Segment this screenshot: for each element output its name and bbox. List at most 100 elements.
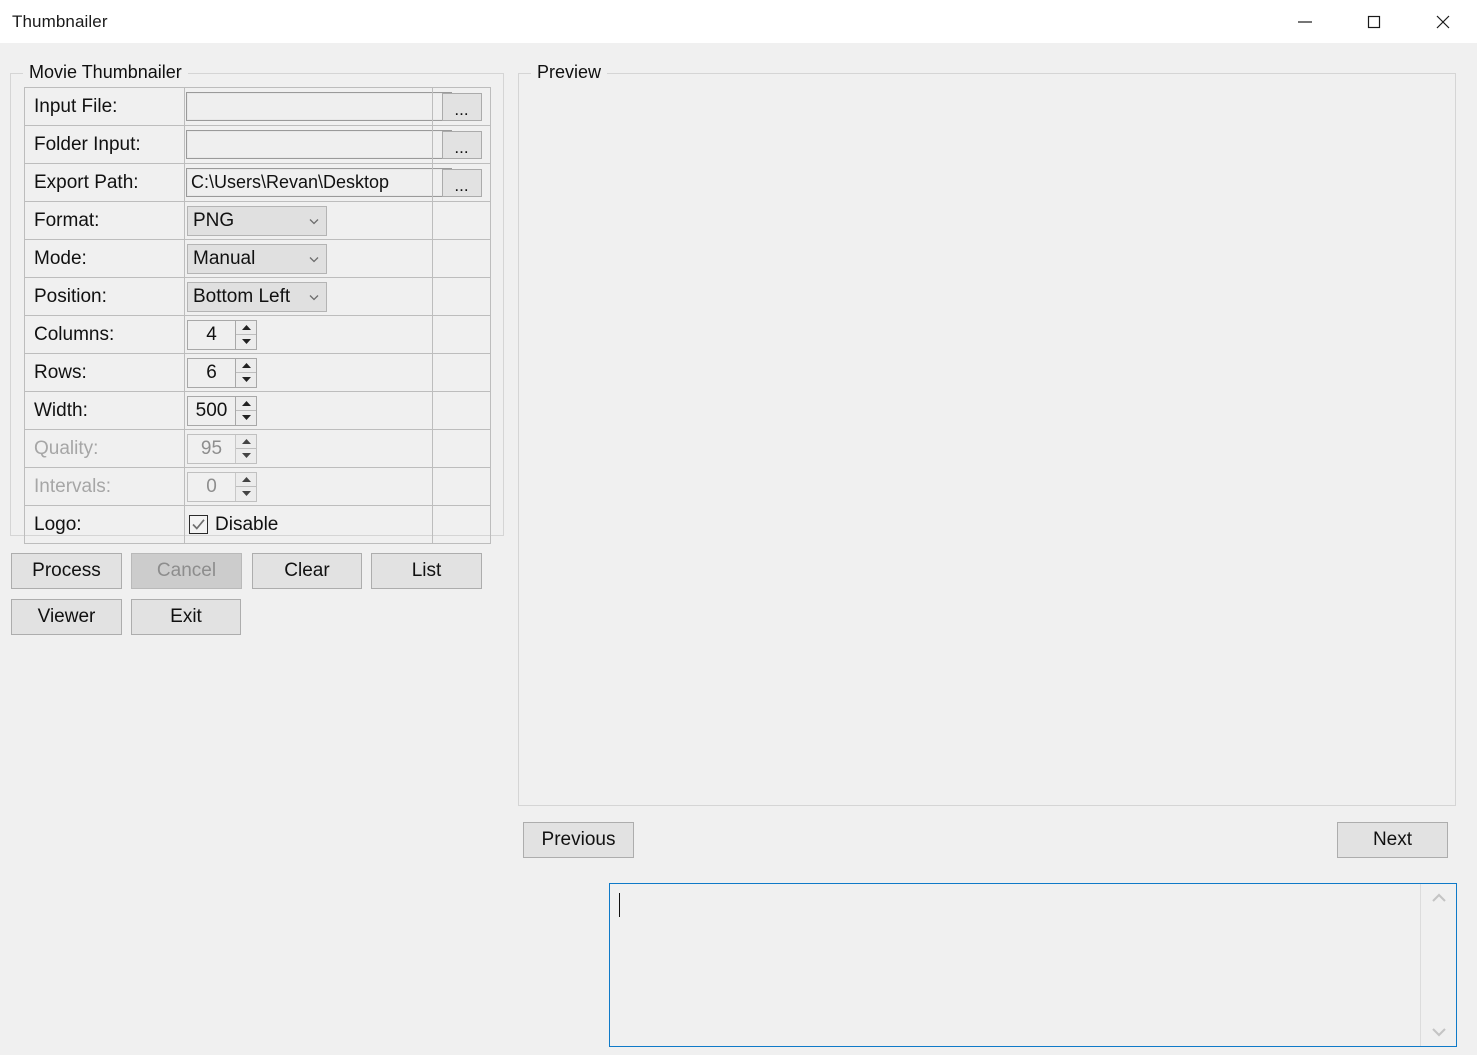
browse-folder-input-button[interactable]: ... — [441, 130, 482, 159]
position-select-value: Bottom Left — [193, 285, 291, 307]
browse-export-path-button[interactable]: ... — [441, 168, 482, 197]
format-select[interactable]: PNG — [187, 205, 327, 236]
logo-disable-checkbox[interactable]: Disable — [185, 514, 432, 536]
row-label-cell: Columns: — [24, 315, 185, 354]
row-extra-cell — [432, 277, 491, 316]
width-stepper[interactable]: 500 — [187, 395, 257, 426]
rows-stepper[interactable]: 6 — [187, 357, 257, 388]
columns-stepper-down[interactable] — [236, 334, 256, 349]
mode-select[interactable]: Manual — [187, 243, 327, 274]
row-field-cell: 500 — [184, 391, 433, 430]
exit-button[interactable]: Exit — [131, 599, 241, 635]
columns-stepper-up[interactable] — [236, 321, 256, 335]
table-row: Input File: ... — [24, 87, 491, 126]
table-row: Rows: 6 — [24, 353, 491, 392]
quality-stepper-value: 95 — [200, 437, 223, 459]
row-extra-cell — [432, 201, 491, 240]
row-label-cell: Export Path: — [24, 163, 185, 202]
width-stepper-up[interactable] — [236, 397, 256, 411]
triangle-up-icon — [241, 324, 251, 330]
position-select[interactable]: Bottom Left — [187, 281, 327, 312]
row-extra-cell — [432, 315, 491, 354]
movie-thumbnailer-group-legend: Movie Thumbnailer — [23, 62, 188, 83]
row-label-cell: Folder Input: — [24, 125, 185, 164]
rows-stepper-down[interactable] — [236, 372, 256, 387]
maximize-button[interactable] — [1339, 0, 1408, 43]
scroll-up-arrow-icon[interactable] — [1429, 891, 1449, 905]
quality-stepper: 95 — [187, 433, 257, 464]
minimize-button[interactable] — [1270, 0, 1339, 43]
table-row: Columns: 4 — [24, 315, 491, 354]
preview-group-legend: Preview — [531, 62, 608, 83]
export-path-field[interactable]: C:\Users\Revan\Desktop — [186, 168, 452, 197]
viewer-button[interactable]: Viewer — [11, 599, 122, 635]
log-scrollbar[interactable] — [1420, 884, 1456, 1046]
triangle-up-icon — [241, 362, 251, 368]
folder-input-field[interactable] — [186, 130, 452, 159]
row-field-cell — [184, 87, 452, 126]
chevron-down-icon — [309, 218, 319, 224]
text-caret — [619, 893, 620, 917]
row-label-cell: Mode: — [24, 239, 185, 278]
close-button[interactable] — [1408, 0, 1477, 43]
row-field-cell: 0 — [184, 467, 433, 506]
label-intervals: Intervals: — [34, 475, 112, 497]
table-row: Folder Input: ... — [24, 125, 491, 164]
process-button[interactable]: Process — [11, 553, 122, 589]
settings-table: Input File: ... Folder Input: ... Export… — [24, 87, 491, 544]
intervals-stepper-down — [236, 486, 256, 501]
table-row: Position: Bottom Left — [24, 277, 491, 316]
row-label-cell: Intervals: — [24, 467, 185, 506]
label-columns: Columns: — [34, 323, 115, 345]
chevron-down-icon — [309, 294, 319, 300]
log-textarea[interactable] — [610, 884, 1420, 1046]
columns-stepper[interactable]: 4 — [187, 319, 257, 350]
table-row: Quality: 95 — [24, 429, 491, 468]
intervals-stepper-value: 0 — [206, 475, 217, 497]
label-position: Position: — [34, 285, 107, 307]
window-controls — [1270, 0, 1477, 43]
rows-stepper-up[interactable] — [236, 359, 256, 373]
preview-group: Preview — [518, 62, 1456, 806]
table-row: Width: 500 — [24, 391, 491, 430]
logo-disable-label: Disable — [215, 513, 279, 535]
row-extra-cell — [432, 353, 491, 392]
quality-stepper-down — [236, 448, 256, 463]
input-file-field[interactable] — [186, 92, 452, 121]
clear-button[interactable]: Clear — [252, 553, 362, 589]
close-icon — [1436, 15, 1449, 28]
row-extra-cell: ... — [432, 163, 491, 202]
label-export-path: Export Path: — [34, 171, 139, 193]
browse-input-file-button[interactable]: ... — [441, 92, 482, 121]
intervals-stepper-buttons — [235, 472, 256, 501]
settings-table-body: Input File: ... Folder Input: ... Export… — [24, 87, 491, 544]
row-field-cell: 4 — [184, 315, 433, 354]
label-width: Width: — [34, 399, 88, 421]
columns-stepper-buttons — [235, 320, 256, 349]
next-button[interactable]: Next — [1337, 822, 1448, 858]
row-extra-cell — [432, 429, 491, 468]
window-titlebar: Thumbnailer — [0, 0, 1477, 43]
width-stepper-buttons — [235, 396, 256, 425]
triangle-up-icon — [241, 400, 251, 406]
row-extra-cell: ... — [432, 125, 491, 164]
width-stepper-down[interactable] — [236, 410, 256, 425]
row-extra-cell — [432, 505, 491, 544]
row-label-cell: Logo: — [24, 505, 185, 544]
row-field-cell: Manual — [184, 239, 433, 278]
quality-stepper-up — [236, 435, 256, 449]
triangle-down-icon — [241, 339, 251, 345]
scroll-down-arrow-icon[interactable] — [1429, 1025, 1449, 1039]
label-format: Format: — [34, 209, 100, 231]
columns-stepper-value: 4 — [206, 323, 217, 345]
table-row: Export Path: C:\Users\Revan\Desktop ... — [24, 163, 491, 202]
row-field-cell — [184, 125, 452, 164]
maximize-icon — [1367, 15, 1380, 28]
triangle-down-icon — [241, 415, 251, 421]
label-input-file: Input File: — [34, 95, 118, 117]
minimize-icon — [1297, 20, 1312, 23]
log-textarea-wrapper — [609, 883, 1457, 1047]
list-button[interactable]: List — [371, 553, 482, 589]
previous-button[interactable]: Previous — [523, 822, 634, 858]
format-select-value: PNG — [193, 209, 235, 231]
